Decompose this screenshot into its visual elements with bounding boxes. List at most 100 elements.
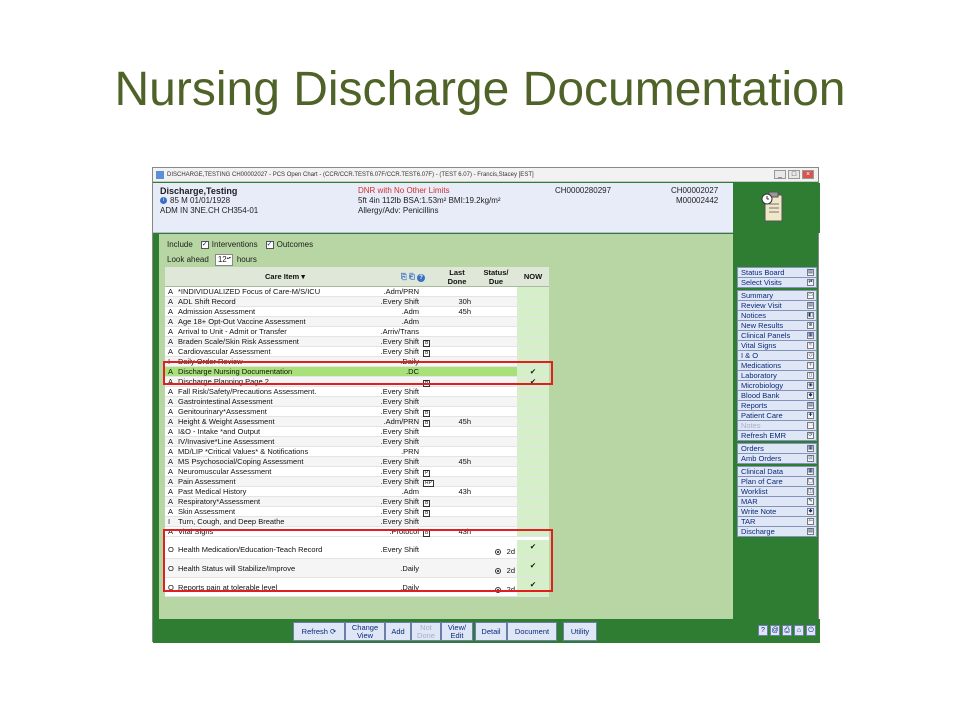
- minimize-button[interactable]: _: [774, 170, 786, 179]
- table-row[interactable]: A ADL Shift Record .Every Shift 30h: [165, 297, 549, 307]
- include-label: Include: [167, 240, 193, 249]
- now-cell[interactable]: [517, 467, 549, 476]
- change-view-button[interactable]: Change View: [345, 622, 385, 641]
- email-icon[interactable]: @: [770, 625, 780, 636]
- nav-label: Orders: [741, 444, 764, 453]
- table-row[interactable]: A Braden Scale/Skin Risk Assessment .Every…: [165, 337, 549, 347]
- not-done-button[interactable]: Not Done: [411, 622, 441, 641]
- table-row[interactable]: A Pain Assessment .Every Shift RP: [165, 477, 549, 487]
- table-row[interactable]: A Cardiovascular Assessment .Every Shift B: [165, 347, 549, 357]
- utility-button[interactable]: Utility: [563, 622, 597, 641]
- now-cell[interactable]: [517, 457, 549, 466]
- row-badge: B: [423, 340, 431, 347]
- now-cell[interactable]: [517, 427, 549, 436]
- nav-select-visits[interactable]: Select Visits ⇄: [737, 277, 817, 288]
- nav-refresh-emr[interactable]: Refresh EMR ⟳: [737, 430, 817, 441]
- outcomes-checkbox[interactable]: ✓: [265, 240, 274, 249]
- row-type: I: [168, 517, 171, 526]
- last-done: 45h: [458, 417, 471, 426]
- home-icon[interactable]: ⌂: [794, 625, 804, 636]
- nav-icon: ⇦: [807, 518, 814, 525]
- table-row[interactable]: A Gastrointestinal Assessment .Every Shift: [165, 397, 549, 407]
- now-cell[interactable]: [517, 347, 549, 356]
- code-status: DNR with No Other Limits: [358, 186, 450, 195]
- frequency: .Adm: [401, 487, 419, 496]
- table-row[interactable]: A Skin Assessment .Every Shift B: [165, 507, 549, 517]
- now-cell[interactable]: [517, 417, 549, 426]
- frequency: .PRN: [401, 447, 419, 456]
- table-row[interactable]: I Turn, Cough, and Deep Breathe .Every Shi…: [165, 517, 549, 527]
- look-ahead-label: Look ahead: [167, 255, 209, 264]
- refresh-button[interactable]: Refresh ⟳: [293, 622, 345, 641]
- now-cell[interactable]: [517, 507, 549, 516]
- table-row[interactable]: A Height & Weight Assessment .Adm/PRN B 45h: [165, 417, 549, 427]
- row-type: A: [168, 497, 174, 506]
- table-row[interactable]: A Fall Risk/Safety/Precautions Assessment…: [165, 387, 549, 397]
- now-cell[interactable]: [517, 337, 549, 346]
- last-done-header[interactable]: Last Done: [439, 268, 475, 286]
- frequency: .Arriv/Trans: [380, 327, 419, 336]
- row-icon: RP: [423, 477, 434, 487]
- now-cell[interactable]: [517, 447, 549, 456]
- now-cell[interactable]: [517, 437, 549, 446]
- table-row[interactable]: A MD/LIP *Critical Values* & Notification…: [165, 447, 549, 457]
- interventions-checkbox[interactable]: ✓: [200, 240, 209, 249]
- nav-label: Microbiology: [741, 381, 784, 390]
- look-ahead-spinner[interactable]: 12: [214, 253, 233, 266]
- care-item-name: Height & Weight Assessment: [178, 417, 275, 426]
- detail-button[interactable]: Detail: [475, 622, 507, 641]
- help-icon[interactable]: ?: [758, 625, 768, 636]
- info-icon[interactable]: i: [160, 197, 167, 205]
- table-row[interactable]: A Genitourinary*Assessment .Every Shift B: [165, 407, 549, 417]
- table-row[interactable]: A Respiratory*Assessment .Every Shift B: [165, 497, 549, 507]
- nav-icon: ▤: [807, 402, 814, 409]
- now-cell[interactable]: [517, 287, 549, 296]
- table-row[interactable]: A Age 18+ Opt-Out Vaccine Assessment .Adm: [165, 317, 549, 327]
- table-row[interactable]: A *INDIVIDUALIZED Focus of Care-M/S/ICU .A…: [165, 287, 549, 297]
- row-icon: B: [423, 407, 433, 417]
- care-item-header[interactable]: Care Item ▾: [245, 267, 325, 287]
- now-header[interactable]: NOW: [517, 267, 549, 287]
- view-edit-button[interactable]: View/ Edit: [441, 622, 473, 641]
- nav-label: Clinical Data: [741, 467, 784, 476]
- row-type: A: [168, 437, 174, 446]
- now-cell[interactable]: [517, 307, 549, 316]
- pcs-screenshot: DISCHARGE,TESTING CH00002027 - PCS Open …: [152, 167, 820, 643]
- document-button[interactable]: Document: [507, 622, 557, 641]
- table-row[interactable]: A Neuromuscular Assessment .Every Shift P: [165, 467, 549, 477]
- row-type: A: [168, 307, 174, 316]
- now-cell[interactable]: [517, 397, 549, 406]
- now-cell[interactable]: [517, 407, 549, 416]
- nav-amb-orders[interactable]: Amb Orders ⊡: [737, 453, 817, 464]
- nav-icon: ▤: [807, 302, 814, 309]
- care-item-name: Genitourinary*Assessment: [178, 407, 267, 416]
- clipboard-clock-icon[interactable]: [761, 189, 785, 223]
- nav-discharge[interactable]: Discharge ▤: [737, 526, 817, 537]
- now-cell[interactable]: [517, 497, 549, 506]
- table-row[interactable]: A MS Psychosocial/Coping Assessment .Every…: [165, 457, 549, 467]
- close-button[interactable]: ×: [802, 170, 814, 179]
- table-row[interactable]: A Admission Assessment .Adm 45h: [165, 307, 549, 317]
- hours-label: hours: [236, 255, 257, 264]
- now-cell[interactable]: [517, 327, 549, 336]
- nav-group: Status Board ▤ Select Visits ⇄: [737, 267, 817, 288]
- table-row[interactable]: A Arrival to Unit - Admit or Transfer .Arr…: [165, 327, 549, 337]
- status-due-header[interactable]: Status/ Due: [477, 268, 515, 286]
- frequency: .Every Shift: [380, 407, 419, 416]
- nav-icon: ◇: [807, 352, 814, 359]
- nav-label: Review Visit: [741, 301, 782, 310]
- power-icon[interactable]: ⏻: [806, 625, 816, 636]
- table-row[interactable]: A I&O - Intake *and Output .Every Shift: [165, 427, 549, 437]
- now-cell[interactable]: [517, 297, 549, 306]
- maximize-button[interactable]: □: [788, 170, 800, 179]
- now-cell[interactable]: [517, 487, 549, 496]
- add-button[interactable]: Add: [385, 622, 411, 641]
- now-cell[interactable]: [517, 317, 549, 326]
- now-cell[interactable]: [517, 477, 549, 486]
- row-badge: RP: [423, 480, 434, 487]
- now-cell[interactable]: [517, 517, 549, 526]
- now-cell[interactable]: [517, 387, 549, 396]
- table-row[interactable]: A IV/Invasive*Line Assessment .Every Shift: [165, 437, 549, 447]
- table-row[interactable]: A Past Medical History .Adm 43h: [165, 487, 549, 497]
- print-icon[interactable]: ⎙: [782, 625, 792, 636]
